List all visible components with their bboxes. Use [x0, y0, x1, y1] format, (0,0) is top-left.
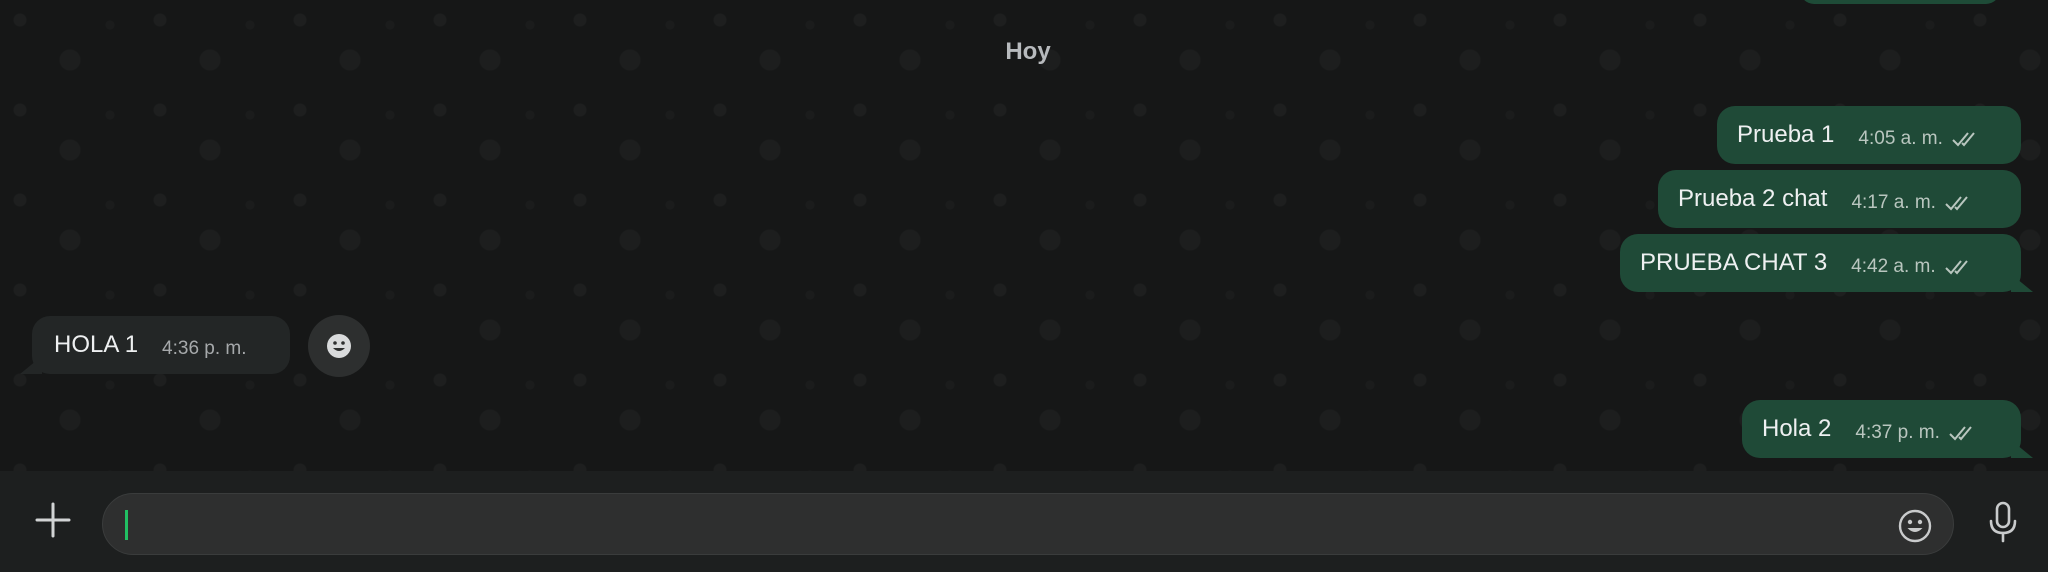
message-bubble-incoming[interactable]: HOLA 1 4:36 p. m.	[20, 316, 290, 374]
message-meta: 4:05 a. m.	[1858, 120, 1981, 150]
message-meta: 4:37 p. m.	[1855, 414, 1978, 444]
message-bubble-outgoing[interactable]: Hola 2 4:37 p. m.	[1742, 400, 2033, 458]
date-separator: Hoy	[1005, 38, 1051, 65]
smiley-icon	[327, 334, 351, 358]
double-check-icon	[1944, 260, 1968, 275]
attach-button[interactable]	[28, 495, 78, 545]
voice-message-button[interactable]	[1980, 499, 2026, 545]
smiley-icon	[1898, 509, 1932, 543]
react-emoji-button[interactable]	[308, 315, 370, 377]
double-check-icon	[1952, 132, 1975, 147]
text-caret	[125, 510, 128, 540]
plus-icon	[35, 502, 71, 538]
message-meta: 4:17 a. m.	[1851, 184, 1974, 214]
message-text: Prueba 1	[1737, 121, 1835, 148]
message-meta: 4:36 p. m.	[162, 330, 247, 360]
message-text: PRUEBA CHAT 3	[1640, 249, 1828, 276]
message-text: HOLA 1	[54, 331, 139, 358]
message-bubble-outgoing[interactable]: Prueba 1 4:05 a. m.	[1717, 106, 2021, 164]
message-time: 4:42 a. m.	[1851, 256, 1936, 277]
message-text: Prueba 2 chat	[1678, 185, 1828, 212]
microphone-icon	[1989, 501, 2017, 543]
message-meta: 4:42 a. m.	[1851, 248, 1974, 278]
message-time: 4:37 p. m.	[1855, 422, 1940, 443]
message-bubble-outgoing[interactable]: Prueba 2 chat 4:17 a. m.	[1658, 170, 2021, 228]
chat-message-area: Hoy Prueba 1 4:05 a. m. Prueba 2 chat 4:…	[0, 0, 2048, 471]
message-time: 4:36 p. m.	[162, 338, 247, 359]
message-composer-bar	[0, 471, 2048, 572]
message-text: Hola 2	[1762, 415, 1832, 442]
message-bubble-outgoing[interactable]: PRUEBA CHAT 3 4:42 a. m.	[1620, 234, 2033, 292]
previous-message-bubble	[1800, 0, 2000, 4]
message-input[interactable]	[102, 493, 1954, 555]
double-check-icon	[1945, 196, 1968, 211]
message-time: 4:05 a. m.	[1858, 128, 1943, 149]
double-check-icon	[1949, 426, 1972, 441]
message-time: 4:17 a. m.	[1851, 192, 1936, 213]
emoji-picker-button[interactable]	[1895, 506, 1935, 546]
